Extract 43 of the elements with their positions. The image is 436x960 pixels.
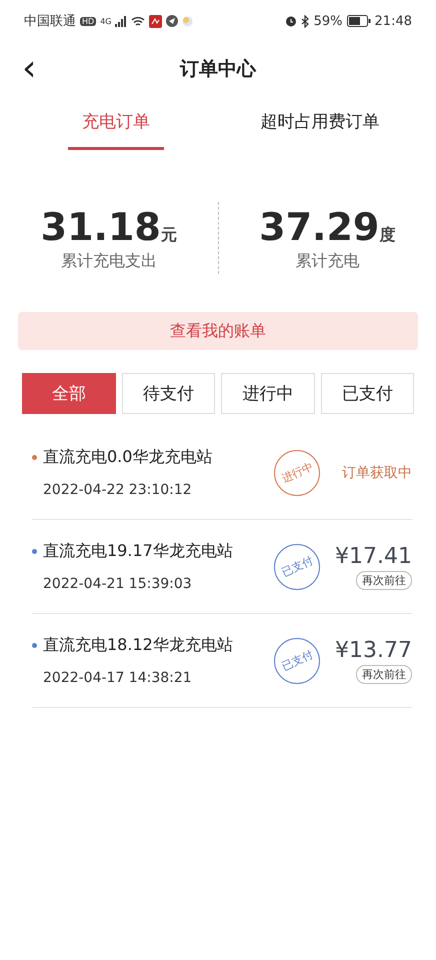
wifi-icon [131,16,146,26]
order-time: 2022-04-21 15:39:03 [43,576,193,592]
hd-badge: HD [80,16,96,26]
filter-tab[interactable]: 待支付 [122,373,215,414]
order-time: 2022-04-22 23:10:12 [43,482,193,498]
order-tab[interactable]: 超时占用费订单 [246,100,394,150]
view-bill-button[interactable]: 查看我的账单 [18,312,418,350]
order-row[interactable]: 直流充电0.0华龙充电站 2022-04-22 23:10:12 进行中 订单获取中 [32,426,412,520]
stat-label: 累计充电 [295,250,360,272]
order-time: 2022-04-17 14:38:21 [43,670,193,686]
app-icon [149,14,162,28]
clock-time: 21:48 [374,14,412,28]
filter-tab[interactable]: 全部 [22,373,116,414]
status-stamp: 已支付 [274,638,320,684]
order-amount: ¥17.41 [335,544,412,568]
status-stamp: 已支付 [274,544,320,590]
order-title: 直流充电0.0华龙充电站 [43,447,212,468]
stat-value: 31.18 [40,204,161,248]
stat-unit: 度 [379,224,396,246]
go-again-button[interactable]: 再次前往 [356,570,412,590]
weather-icon [182,16,194,26]
order-amount: ¥13.77 [335,638,412,662]
alarm-icon [284,15,297,27]
stat-value: 37.29 [259,204,380,248]
order-status: 订单获取中 [342,464,412,482]
order-title: 直流充电18.12华龙充电站 [43,635,233,656]
filter-tab[interactable]: 已支付 [320,373,414,414]
battery-icon [346,15,371,27]
stat-label: 累计充电支出 [60,250,157,272]
status-stamp: 进行中 [274,450,320,496]
go-again-button[interactable]: 再次前往 [356,664,412,684]
filter-tab[interactable]: 进行中 [221,373,314,414]
order-tab[interactable]: 充电订单 [68,100,164,150]
stat-unit: 元 [160,224,177,246]
app-icon [166,15,178,27]
page-title: 订单中心 [180,57,256,82]
battery-percent: 59% [314,14,343,28]
network-type: 4G [100,16,112,26]
order-title: 直流充电19.17华龙充电站 [43,541,233,562]
bluetooth-icon [300,14,310,28]
carrier-name: 中国联通 [24,13,76,30]
back-button[interactable]: ‹ [22,51,36,87]
signal-icon [115,16,128,26]
